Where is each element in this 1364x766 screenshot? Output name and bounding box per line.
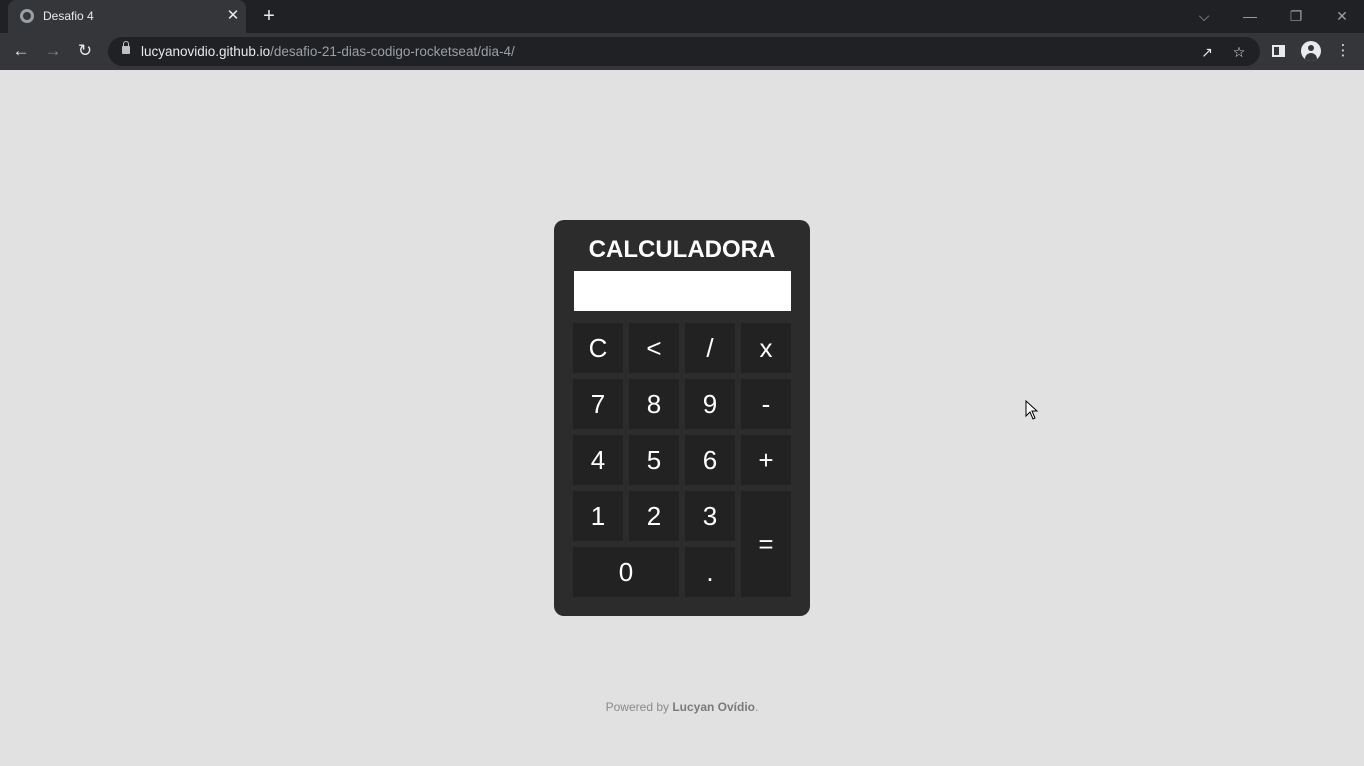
- calculator: CALCULADORA C < / x 7 8 9 - 4 5 6 + 1 2 …: [554, 220, 810, 616]
- tab-title: Desafio 4: [43, 9, 94, 23]
- tab-search-icon[interactable]: ⌵: [1192, 5, 1216, 27]
- key-backspace[interactable]: <: [629, 323, 679, 373]
- calculator-title: CALCULADORA: [588, 236, 776, 263]
- close-tab-icon[interactable]: ✕: [224, 6, 242, 26]
- close-window-button[interactable]: ✕: [1330, 5, 1354, 27]
- key-3[interactable]: 3: [685, 491, 735, 541]
- side-panel-icon[interactable]: [1272, 45, 1285, 57]
- footer-author-link[interactable]: Lucyan Ovídio: [672, 700, 755, 714]
- browser-titlebar: Desafio 4 ✕ + ⌵ — ❐ ✕: [0, 0, 1364, 33]
- key-0[interactable]: 0: [573, 547, 679, 597]
- key-subtract[interactable]: -: [741, 379, 791, 429]
- new-tab-button[interactable]: +: [258, 5, 280, 27]
- address-bar[interactable]: lucyanovidio.github.io/desafio-21-dias-c…: [108, 37, 1260, 66]
- key-4[interactable]: 4: [573, 435, 623, 485]
- restore-button[interactable]: ❐: [1284, 5, 1308, 27]
- calculator-display[interactable]: [574, 271, 791, 311]
- footer-credit: Powered by Lucyan Ovídio.: [0, 700, 1364, 714]
- mouse-cursor-icon: [1025, 400, 1039, 420]
- profile-avatar-icon[interactable]: [1301, 41, 1321, 61]
- key-equals[interactable]: =: [741, 491, 791, 597]
- key-7[interactable]: 7: [573, 379, 623, 429]
- browser-toolbar: ← → ↻ lucyanovidio.github.io/desafio-21-…: [0, 33, 1364, 70]
- footer-suffix: .: [755, 700, 759, 714]
- key-add[interactable]: +: [741, 435, 791, 485]
- footer-prefix: Powered by: [605, 700, 673, 714]
- back-arrow-icon[interactable]: ←: [8, 39, 34, 63]
- key-divide[interactable]: /: [685, 323, 735, 373]
- url-path: /desafio-21-dias-codigo-rocketseat/dia-4…: [270, 44, 515, 59]
- key-decimal[interactable]: .: [685, 547, 735, 597]
- key-6[interactable]: 6: [685, 435, 735, 485]
- globe-icon: [20, 9, 34, 23]
- browser-tab[interactable]: Desafio 4 ✕: [8, 0, 246, 33]
- star-icon[interactable]: ☆: [1229, 42, 1249, 62]
- share-icon[interactable]: ↗: [1197, 42, 1217, 62]
- minimize-button[interactable]: —: [1238, 5, 1262, 27]
- lock-icon[interactable]: [122, 41, 130, 54]
- key-multiply[interactable]: x: [741, 323, 791, 373]
- reload-icon[interactable]: ↻: [72, 39, 98, 63]
- key-clear[interactable]: C: [573, 323, 623, 373]
- key-1[interactable]: 1: [573, 491, 623, 541]
- key-9[interactable]: 9: [685, 379, 735, 429]
- forward-arrow-icon[interactable]: →: [40, 39, 66, 63]
- url-host: lucyanovidio.github.io: [141, 44, 271, 59]
- url-text[interactable]: lucyanovidio.github.io/desafio-21-dias-c…: [141, 44, 515, 59]
- kebab-menu-icon[interactable]: ⋮: [1332, 40, 1354, 62]
- key-5[interactable]: 5: [629, 435, 679, 485]
- key-2[interactable]: 2: [629, 491, 679, 541]
- key-8[interactable]: 8: [629, 379, 679, 429]
